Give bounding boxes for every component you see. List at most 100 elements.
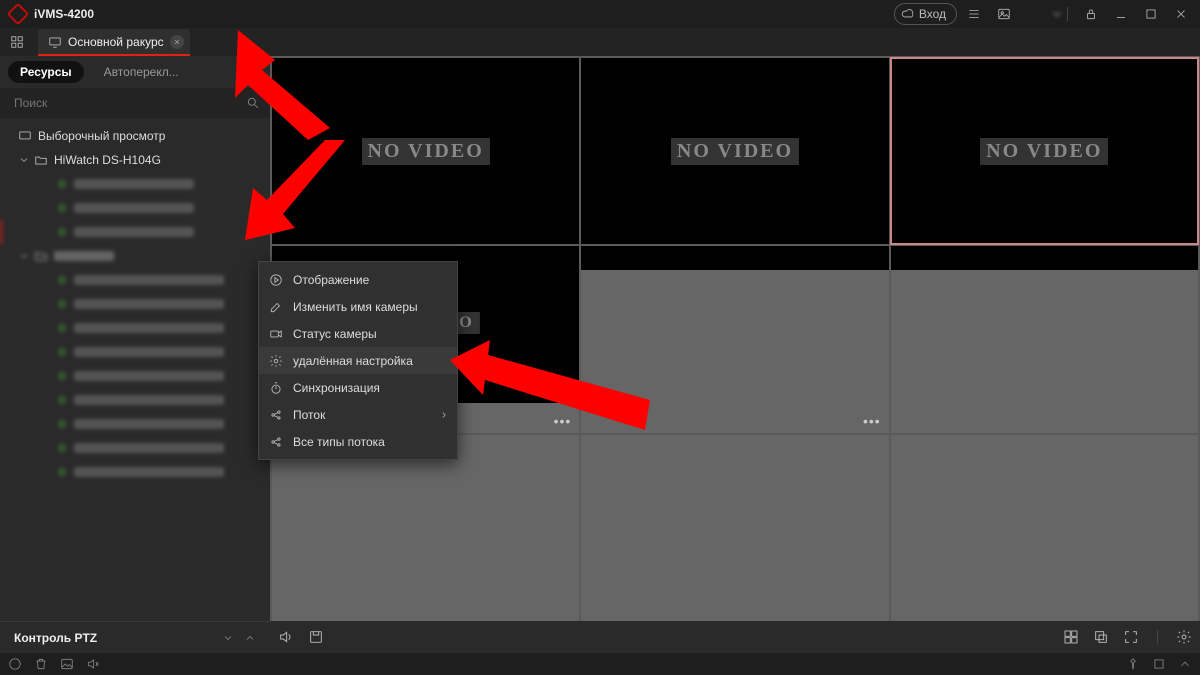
tabbar: Основной ракурс <box>0 28 1200 56</box>
alert-icon[interactable] <box>8 657 22 671</box>
monitor-icon <box>48 35 62 49</box>
tree-camera-item[interactable] <box>0 268 270 292</box>
monitor-icon <box>18 129 32 143</box>
ptz-panel-header[interactable]: Контроль PTZ <box>0 621 270 653</box>
chevron-down-icon <box>1050 7 1064 21</box>
window-icon[interactable] <box>1152 657 1166 671</box>
maximize-button[interactable] <box>1138 3 1164 25</box>
sidebar-tab-resources-label: Ресурсы <box>20 65 72 79</box>
video-cell-empty[interactable] <box>272 435 579 621</box>
video-cell-empty[interactable] <box>891 435 1198 621</box>
separator <box>1067 7 1068 21</box>
list-view-button[interactable] <box>961 3 987 25</box>
cloud-icon <box>901 7 915 21</box>
trash-icon[interactable] <box>34 657 48 671</box>
cell-more-button[interactable]: ••• <box>863 413 881 429</box>
maximize-icon <box>1144 7 1158 21</box>
save-icon[interactable] <box>308 629 324 645</box>
volume-icon[interactable] <box>278 629 294 645</box>
user-menu-button[interactable] <box>1021 3 1061 25</box>
titlebar: iVMS-4200 Вход <box>0 0 1200 28</box>
menu-item-remote-config[interactable]: удалённая настройка <box>259 347 457 374</box>
menu-item-display-label: Отображение <box>293 273 369 287</box>
login-button[interactable]: Вход <box>894 3 957 25</box>
chevron-down-icon <box>222 632 234 644</box>
tab-close-button[interactable] <box>170 35 184 49</box>
minimize-button[interactable] <box>1108 3 1134 25</box>
collapse-icon[interactable] <box>1178 657 1192 671</box>
menu-item-all-streams-label: Все типы потока <box>293 435 385 449</box>
apps-grid-button[interactable] <box>6 31 28 53</box>
tree-camera-item[interactable] <box>0 460 270 484</box>
tree-device-2[interactable] <box>0 244 270 268</box>
play-icon <box>269 273 283 287</box>
sidebar-tab-autoswitch-label: Автоперекл... <box>104 65 179 79</box>
lock-icon <box>1084 7 1098 21</box>
video-cell-empty[interactable] <box>581 435 888 621</box>
novideo-label: NO VIDEO <box>980 138 1108 165</box>
lock-button[interactable] <box>1078 3 1104 25</box>
window-button[interactable] <box>1093 629 1109 645</box>
list-icon <box>967 7 981 21</box>
tree-camera-item[interactable] <box>0 340 270 364</box>
menu-item-sync-label: Синхронизация <box>293 381 380 395</box>
tree-camera-item[interactable] <box>0 412 270 436</box>
resource-tree: Выборочный просмотр HiWatch DS-H104G <box>0 122 270 621</box>
menu-item-all-streams[interactable]: Все типы потока <box>259 428 457 455</box>
stream-icon <box>269 435 283 449</box>
menu-item-sync[interactable]: Синхронизация <box>259 374 457 401</box>
menu-item-rename[interactable]: Изменить имя камеры <box>259 293 457 320</box>
picture-button[interactable] <box>991 3 1017 25</box>
pin-icon[interactable] <box>1126 657 1140 671</box>
fullscreen-button[interactable] <box>1123 629 1139 645</box>
video-cell-empty[interactable] <box>891 246 1198 432</box>
layout-button[interactable] <box>1063 629 1079 645</box>
search-input[interactable] <box>0 88 270 118</box>
tab-main-view-label: Основной ракурс <box>68 35 164 49</box>
tree-root-custom-view[interactable]: Выборочный просмотр <box>0 124 270 148</box>
tree-camera-item[interactable] <box>0 436 270 460</box>
mute-icon[interactable] <box>86 657 100 671</box>
login-label: Вход <box>919 7 946 21</box>
video-cell-empty[interactable]: ••• <box>581 246 888 432</box>
video-cell[interactable]: NO VIDEO <box>581 58 888 244</box>
tree-camera-item[interactable] <box>0 220 270 244</box>
stream-icon <box>269 408 283 422</box>
gear-icon <box>269 354 283 368</box>
tree-device[interactable]: HiWatch DS-H104G <box>0 148 270 172</box>
tree-camera-item[interactable] <box>0 172 270 196</box>
apps-grid-icon <box>10 35 24 49</box>
tab-active-indicator <box>38 54 190 56</box>
tree-camera-item[interactable] <box>0 388 270 412</box>
search-row <box>0 88 270 118</box>
minimize-icon <box>1114 7 1128 21</box>
ptz-label: Контроль PTZ <box>14 631 97 645</box>
sidebar-tab-resources[interactable]: Ресурсы <box>8 61 84 83</box>
tree-camera-item[interactable] <box>0 196 270 220</box>
tree-camera-item[interactable] <box>0 292 270 316</box>
app-logo-icon <box>10 6 26 22</box>
menu-item-stream[interactable]: Поток <box>259 401 457 428</box>
close-button[interactable] <box>1168 3 1194 25</box>
sidebar-tab-autoswitch[interactable]: Автоперекл... <box>92 61 191 83</box>
settings-button[interactable] <box>1176 629 1192 645</box>
app-title: iVMS-4200 <box>34 7 94 21</box>
menu-item-status[interactable]: Статус камеры <box>259 320 457 347</box>
tab-main-view[interactable]: Основной ракурс <box>38 29 190 55</box>
statusbar <box>0 653 1200 675</box>
picture-icon[interactable] <box>60 657 74 671</box>
stopwatch-icon <box>269 381 283 395</box>
picture-icon <box>997 7 1011 21</box>
viewport-toolbar <box>270 621 1200 653</box>
chevron-up-icon <box>244 632 256 644</box>
cell-more-button[interactable]: ••• <box>554 413 572 429</box>
chevron-down-icon <box>18 250 30 262</box>
novideo-label: NO VIDEO <box>671 138 799 165</box>
tree-camera-item[interactable] <box>0 364 270 388</box>
video-cell[interactable]: NO VIDEO <box>272 58 579 244</box>
tree-camera-item[interactable] <box>0 316 270 340</box>
menu-item-display[interactable]: Отображение <box>259 266 457 293</box>
video-cell-selected[interactable]: NO VIDEO <box>891 58 1198 244</box>
menu-item-rename-label: Изменить имя камеры <box>293 300 418 314</box>
edit-icon <box>269 300 283 314</box>
